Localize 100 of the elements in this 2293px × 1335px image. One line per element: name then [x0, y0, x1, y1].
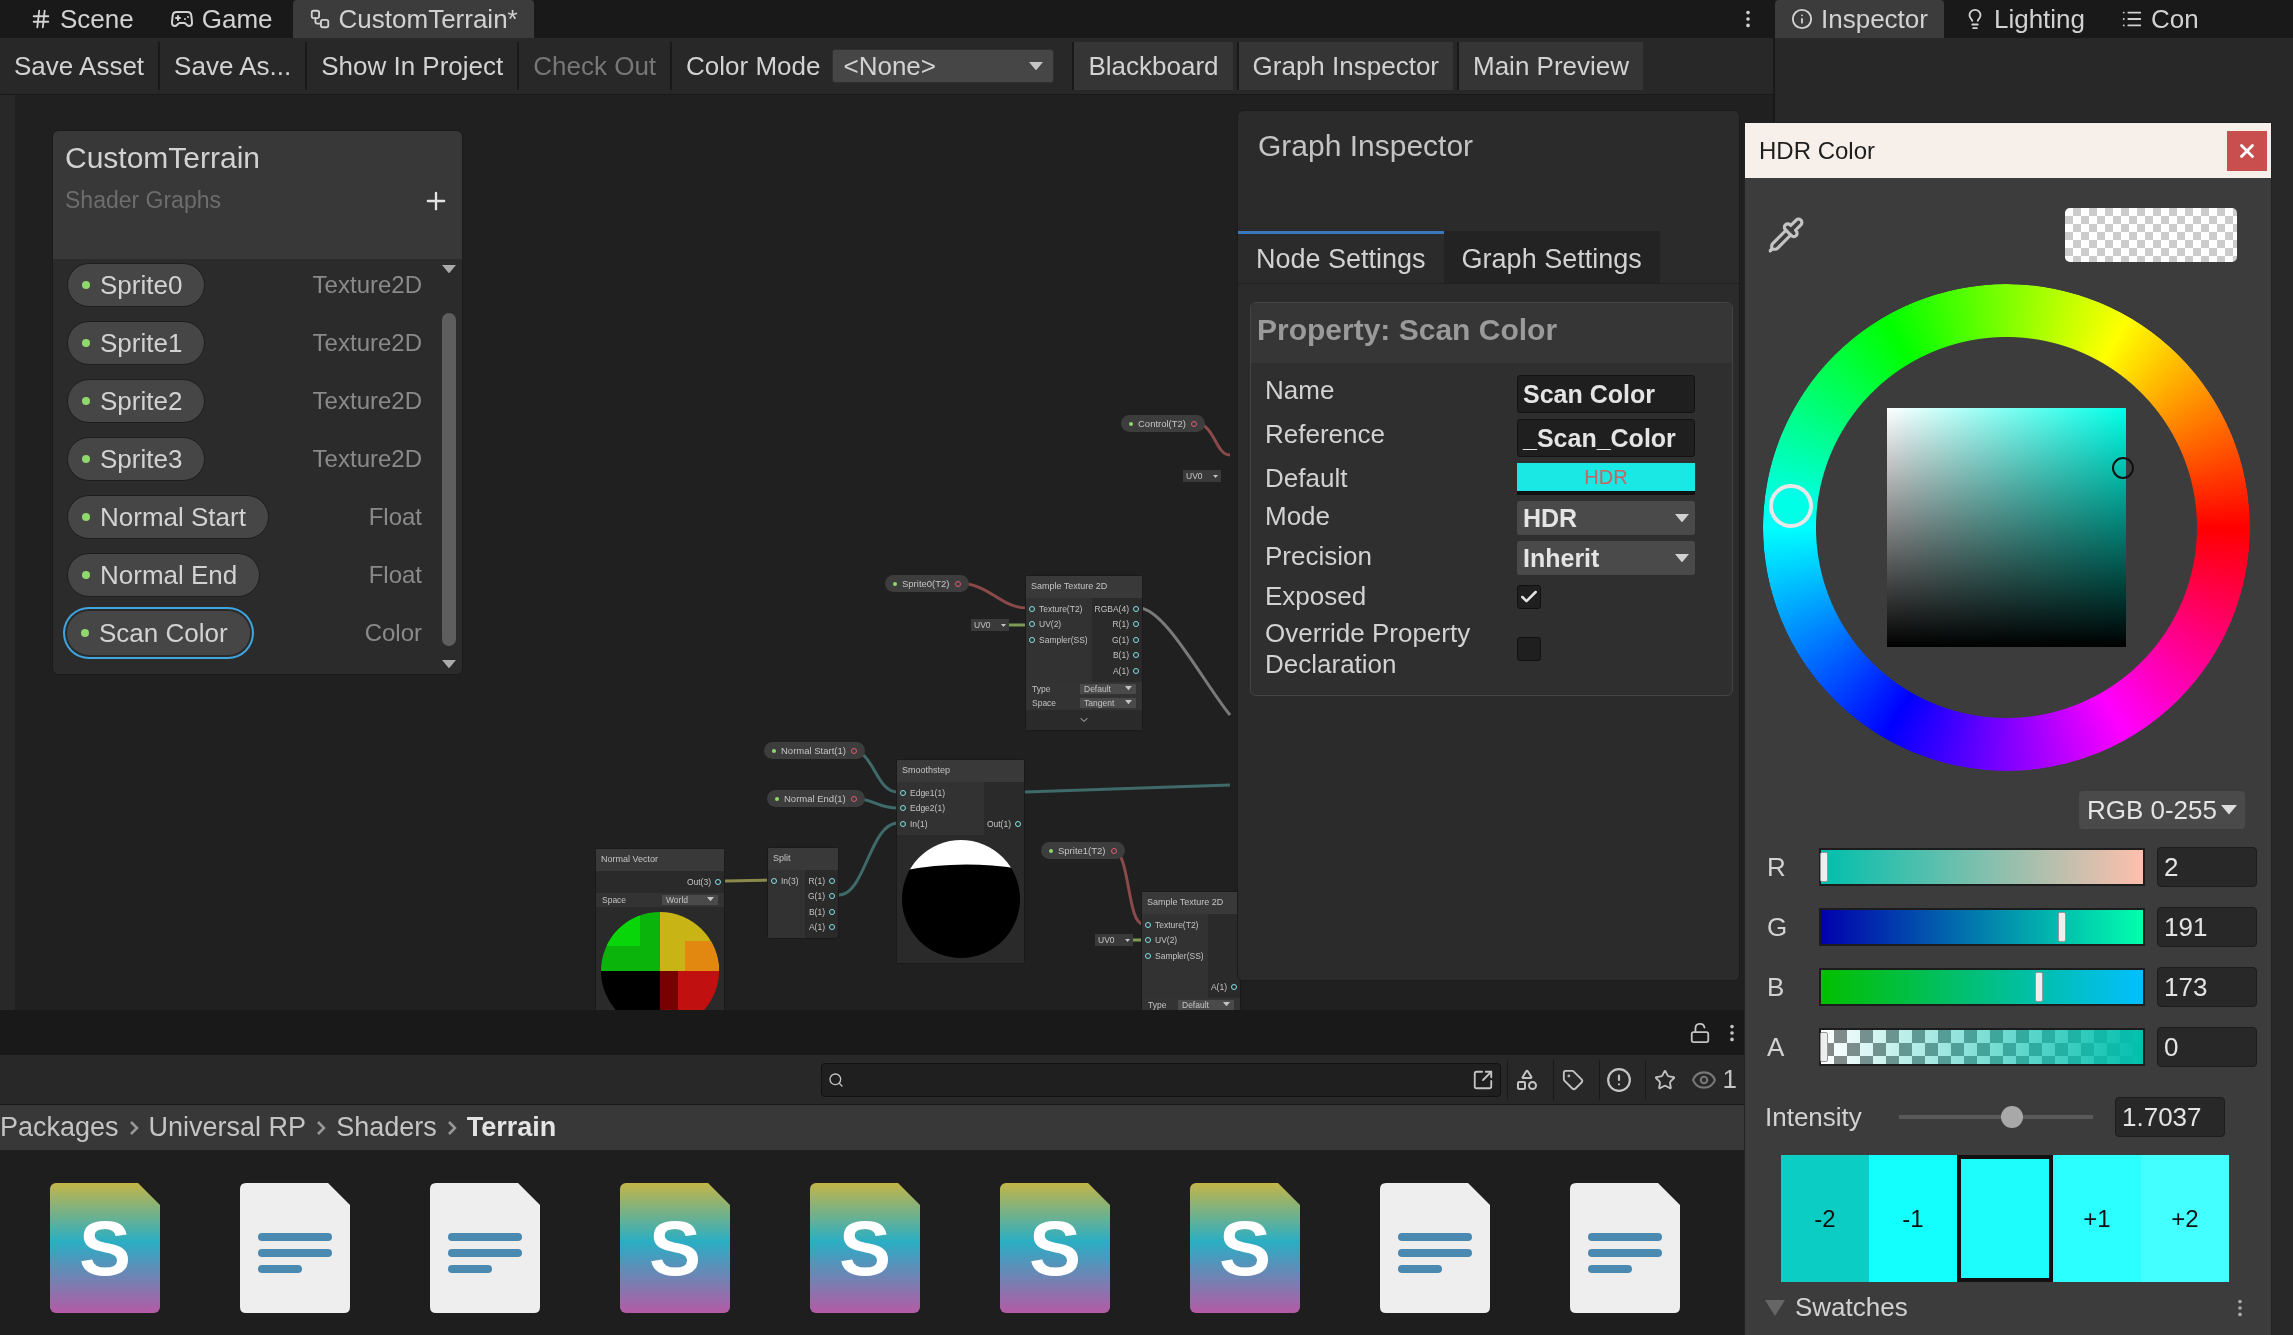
intensity-label: Intensity	[1765, 1101, 1863, 1133]
input-port[interactable]: Texture(T2)	[1145, 917, 1205, 933]
exposure-swatch[interactable]: -1	[1869, 1155, 1957, 1282]
property-pill[interactable]: Sprite1	[67, 321, 206, 365]
channel-label: R	[1767, 851, 1787, 883]
output-port[interactable]: Out(3)	[686, 874, 721, 890]
graph-node[interactable]: Normal Vector Out(3) Space World	[595, 848, 725, 1010]
output-port[interactable]: A(1)	[808, 919, 835, 935]
node-title: Normal Vector	[596, 849, 724, 871]
editor-tab[interactable]: Game	[153, 0, 289, 38]
property-type: Color	[364, 619, 422, 647]
channel-value-field[interactable]: 0	[2157, 1027, 2257, 1067]
property-type: Float	[368, 503, 422, 531]
property-node[interactable]: Sprite1(T2)	[1041, 842, 1125, 859]
breadcrumb-link[interactable]: Universal RP	[148, 1112, 307, 1143]
property-node[interactable]: Normal End(1)	[767, 790, 865, 807]
inspector-tab[interactable]: Lighting	[1947, 0, 2102, 38]
setting-dropdown[interactable]: Default	[1178, 999, 1234, 1010]
output-port[interactable]: G(1)	[1094, 632, 1139, 648]
channel-label: G	[1767, 911, 1789, 943]
channel-label: B	[1767, 971, 1786, 1003]
output-port[interactable]: Out(1)	[986, 816, 1021, 832]
input-port[interactable]: In(1)	[900, 816, 981, 832]
channel-value-field[interactable]: 173	[2157, 967, 2257, 1007]
output-port[interactable]: B(1)	[1094, 647, 1139, 663]
property-pill[interactable]: Normal Start	[67, 495, 269, 539]
exposure-swatch[interactable]: -2	[1781, 1155, 1869, 1282]
property-node[interactable]: Sprite0(T2)	[885, 575, 969, 592]
property-pill[interactable]: Sprite3	[67, 437, 206, 481]
node-title: Sample Texture 2D	[1026, 576, 1142, 598]
setting-label: Space	[602, 894, 627, 905]
channel-value-field[interactable]: 2	[2157, 847, 2257, 887]
property-type: Texture2D	[312, 329, 422, 357]
setting-dropdown[interactable]: Default	[1080, 683, 1136, 694]
graph-node[interactable]: Sample Texture 2D Texture(T2) UV(2) Sampler(SS) RGBA(4) R(1) G(1) B(1) A(1) Type Default Space Tangent	[1025, 575, 1143, 731]
property-pill[interactable]: Normal End	[67, 553, 261, 597]
graph-node[interactable]: Smoothstep Edge1(1) Edge2(1) In(1) Out(1)	[896, 759, 1025, 964]
graph-node[interactable]: Split In(3) R(1) G(1) B(1) A(1)	[767, 847, 839, 939]
color-mode-label: Color Mode	[685, 50, 822, 82]
property-type: Texture2D	[312, 387, 422, 415]
dropdown[interactable]: Inherit	[1517, 541, 1695, 575]
editor-tab[interactable]: Scene	[14, 0, 150, 38]
output-port[interactable]: A(1)	[1210, 979, 1237, 995]
dropdown[interactable]: HDR	[1517, 501, 1695, 535]
input-port[interactable]: Texture(T2)	[1029, 601, 1089, 617]
field-label: Exposed	[1265, 581, 1368, 613]
setting-dropdown[interactable]: World	[662, 894, 718, 905]
text-field[interactable]: _Scan_Color	[1517, 419, 1695, 457]
property-type: Texture2D	[312, 445, 422, 473]
property-node[interactable]: Control(T2)	[1121, 415, 1206, 432]
input-port[interactable]: UV(2)	[1145, 932, 1205, 948]
color-mode-dropdown[interactable]: RGB 0-255	[2078, 791, 2245, 829]
panel-title: Graph Inspector	[1257, 128, 1475, 164]
node-title: Smoothstep	[897, 760, 1024, 782]
inspector-tab[interactable]: Graph Settings	[1443, 231, 1660, 283]
field-label: Default	[1265, 463, 1349, 495]
node-title: Sample Texture 2D	[1142, 892, 1240, 914]
channel-label: A	[1767, 1031, 1786, 1063]
output-port[interactable]: R(1)	[1094, 616, 1139, 632]
uv-dropdown[interactable]: UV0	[1095, 934, 1133, 946]
inspector-tab[interactable]: Con	[2105, 0, 2215, 38]
uv-dropdown[interactable]: UV0	[1183, 470, 1221, 482]
output-port[interactable]: G(1)	[808, 888, 835, 904]
input-port[interactable]: Edge2(1)	[900, 800, 981, 816]
property-node[interactable]: Normal Start(1)	[764, 742, 865, 759]
breadcrumb-link[interactable]: Shaders	[336, 1112, 437, 1143]
field-label: Reference	[1265, 419, 1386, 451]
output-port[interactable]: B(1)	[808, 904, 835, 920]
breadcrumb-link[interactable]: Packages	[0, 1112, 119, 1143]
setting-label: Space	[1032, 697, 1057, 708]
graph-node[interactable]: Sample Texture 2D Texture(T2) UV(2) Sampler(SS) A(1) Type Default	[1141, 891, 1241, 1010]
input-port[interactable]: In(3)	[771, 873, 802, 889]
panel-toggle-button[interactable]: Graph Inspector	[1236, 42, 1453, 90]
setting-label: Type	[1148, 999, 1167, 1010]
exposure-swatch[interactable]: +1	[2053, 1155, 2141, 1282]
input-port[interactable]: Sampler(SS)	[1145, 948, 1205, 964]
node-title: Split	[768, 848, 838, 870]
property-pill[interactable]: Sprite2	[67, 379, 206, 423]
exposure-swatch[interactable]: +2	[2141, 1155, 2229, 1282]
output-port[interactable]: R(1)	[808, 873, 835, 889]
setting-dropdown[interactable]: Tangent	[1080, 697, 1136, 708]
text-field[interactable]: Scan Color	[1517, 375, 1695, 413]
uv-dropdown[interactable]: UV0	[971, 619, 1009, 631]
panel-toggle-button[interactable]: Main Preview	[1457, 42, 1644, 90]
field-label: Override Property Declaration	[1265, 618, 1472, 681]
window-title: HDR Color	[1759, 136, 1875, 165]
input-port[interactable]: UV(2)	[1029, 616, 1089, 632]
editor-tab[interactable]: CustomTerrain*	[292, 0, 534, 38]
input-port[interactable]: Sampler(SS)	[1029, 632, 1089, 648]
output-port[interactable]: RGBA(4)	[1094, 601, 1139, 617]
inspector-tab[interactable]: Inspector	[1775, 0, 1944, 38]
channel-value-field[interactable]: 191	[2157, 907, 2257, 947]
output-port[interactable]: A(1)	[1094, 663, 1139, 679]
swatches-foldout[interactable]: Swatches	[1765, 1292, 1908, 1323]
property-pill[interactable]: Sprite0	[67, 263, 206, 307]
breadcrumb-link[interactable]: Terrain	[466, 1112, 557, 1143]
color-mode-dropdown[interactable]: <None>	[832, 49, 1055, 83]
panel-toggle-button[interactable]: Blackboard	[1072, 42, 1233, 90]
intensity-field[interactable]: 1.7037	[2115, 1097, 2225, 1137]
input-port[interactable]: Edge1(1)	[900, 785, 981, 801]
